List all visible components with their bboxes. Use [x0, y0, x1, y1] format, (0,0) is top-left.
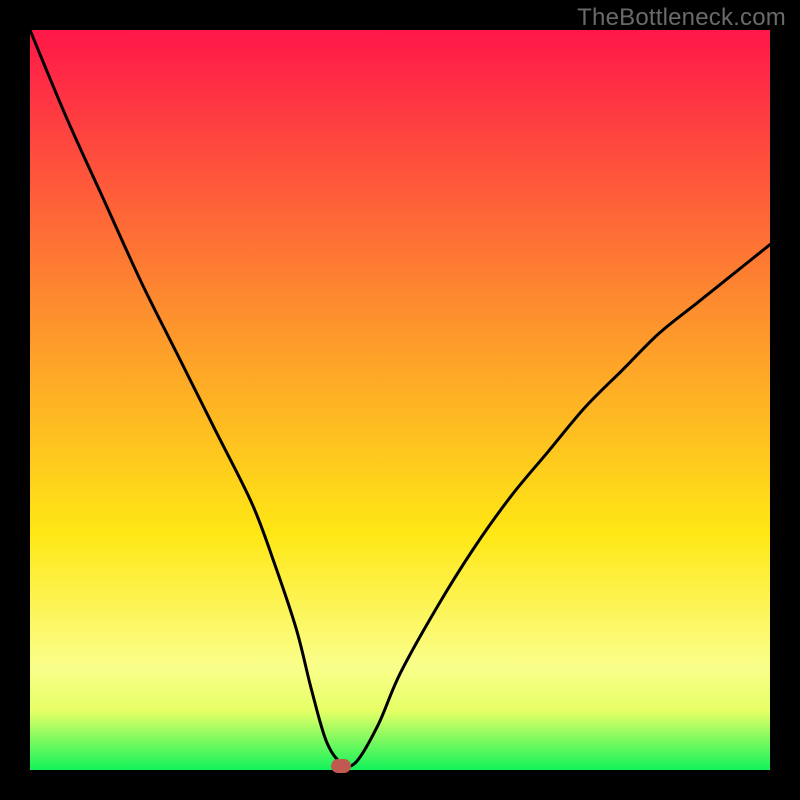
optimum-marker — [331, 759, 351, 773]
watermark-text: TheBottleneck.com — [577, 4, 786, 32]
chart-frame: TheBottleneck.com — [0, 0, 800, 800]
gradient-background — [30, 30, 770, 770]
chart-svg — [30, 30, 770, 770]
plot-area — [30, 30, 770, 770]
